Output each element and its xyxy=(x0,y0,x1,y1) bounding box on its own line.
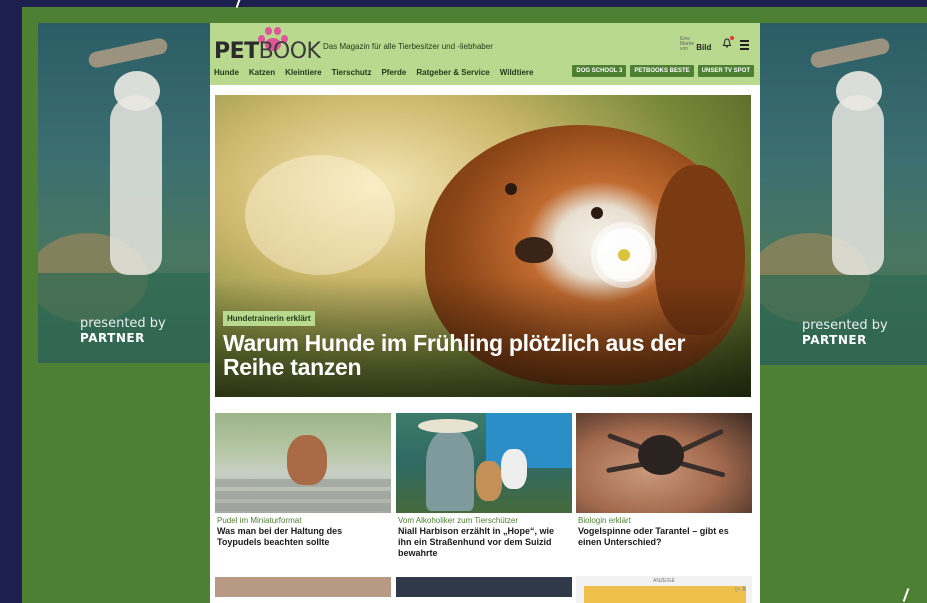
logo-pet: PET xyxy=(214,39,259,64)
article-card-preview[interactable] xyxy=(396,577,572,597)
card-kicker: Vom Alkoholiker zum Tierschützer xyxy=(398,516,519,525)
card-title[interactable]: Was man bei der Haltung des Toypudels be… xyxy=(217,526,389,548)
nav-item-wildtiere[interactable]: Wildtiere xyxy=(500,68,534,77)
nav-item-ratgeber[interactable]: Ratgeber & Service xyxy=(416,68,489,77)
ad-close-icon[interactable]: ▷ X xyxy=(736,586,746,593)
hero-bokeh xyxy=(245,155,395,275)
card-title[interactable]: Niall Harbison erzählt in „Hope“, wie ih… xyxy=(398,526,570,559)
article-card[interactable]: Vom Alkoholiker zum Tierschützer Niall H… xyxy=(396,413,572,571)
hero-dog-nose xyxy=(515,237,553,263)
logo-book: BOOK xyxy=(258,39,321,64)
card-kicker: Biologin erklärt xyxy=(578,516,631,525)
nav-item-pferde[interactable]: Pferde xyxy=(381,68,406,77)
nav-item-tierschutz[interactable]: Tierschutz xyxy=(332,68,372,77)
ad-brand-name: PARTNER xyxy=(802,333,867,347)
ad-presented-by: presented by PARTNER xyxy=(802,318,888,347)
ad-arm-image xyxy=(87,36,169,70)
nav-item-hunde[interactable]: Hunde xyxy=(214,68,239,77)
card-image-poodle xyxy=(215,413,391,513)
main-content: PETBOOK Das Magazin für alle Tierbesitze… xyxy=(210,23,760,603)
ad-banner[interactable] xyxy=(584,586,746,603)
main-nav: Hunde Katzen Kleintiere Tierschutz Pferd… xyxy=(214,68,543,77)
bild-text: Bild xyxy=(696,43,712,52)
article-card[interactable]: Biologin erklärt Vogelspinne oder Tarant… xyxy=(576,413,752,571)
card-image-man-dogs xyxy=(396,413,572,513)
notification-dot xyxy=(730,36,734,40)
card-kicker: Pudel im Miniaturformat xyxy=(217,516,302,525)
promo-pills: DOG SCHOOL 3 PETBOOKS BESTE UNSER TV SPO… xyxy=(572,65,754,77)
bild-brand-logo[interactable]: Eine Marke von Bild xyxy=(680,36,712,53)
dog-school-button[interactable]: DOG SCHOOL 3 xyxy=(572,65,627,77)
hamburger-menu-icon[interactable] xyxy=(740,40,749,52)
hero-dog-eye xyxy=(505,183,517,195)
card-image-spider xyxy=(576,413,752,513)
hero-title[interactable]: Warum Hunde im Frühling plötzlich aus de… xyxy=(223,331,743,379)
hero-article[interactable]: Hundetrainerin erklärt Warum Hunde im Fr… xyxy=(215,95,751,397)
ad-dog-image xyxy=(832,95,884,275)
site-tagline: Das Magazin für alle Tierbesitzer und -l… xyxy=(323,42,493,51)
article-card-preview[interactable] xyxy=(215,577,391,597)
ad-presented-label: presented by xyxy=(802,318,888,333)
ad-dog-image xyxy=(110,95,162,275)
ad-arm-image xyxy=(809,36,891,70)
hero-dog-eye xyxy=(591,207,603,219)
hero-flower-core xyxy=(618,249,630,261)
ad-label: ANZEIGE xyxy=(653,578,675,584)
right-side-ad[interactable]: presented by PARTNER xyxy=(760,23,927,365)
petbooks-beste-button[interactable]: PETBOOKS BESTE xyxy=(630,65,694,77)
nav-item-katzen[interactable]: Katzen xyxy=(249,68,275,77)
ad-brand-name: PARTNER xyxy=(80,331,145,345)
ad-presented-label: presented by xyxy=(80,316,166,331)
site-header: PETBOOK Das Magazin für alle Tierbesitze… xyxy=(210,23,760,85)
inline-ad[interactable]: ANZEIGE ▷ X xyxy=(576,576,752,603)
nav-item-kleintiere[interactable]: Kleintiere xyxy=(285,68,321,77)
hero-kicker: Hundetrainerin erklärt xyxy=(223,311,315,326)
article-card[interactable]: Pudel im Miniaturformat Was man bei der … xyxy=(215,413,391,571)
site-logo[interactable]: PETBOOK xyxy=(214,39,321,64)
tv-spot-button[interactable]: UNSER TV SPOT xyxy=(697,65,754,77)
ad-presented-by: presented by PARTNER xyxy=(80,316,166,345)
page-background: presented by PARTNER presented by PARTNE… xyxy=(22,7,927,603)
bild-small-text: Eine Marke von xyxy=(680,36,694,52)
left-side-ad[interactable]: presented by PARTNER xyxy=(38,23,210,363)
card-title[interactable]: Vogelspinne oder Tarantel – gibt es eine… xyxy=(578,526,750,548)
